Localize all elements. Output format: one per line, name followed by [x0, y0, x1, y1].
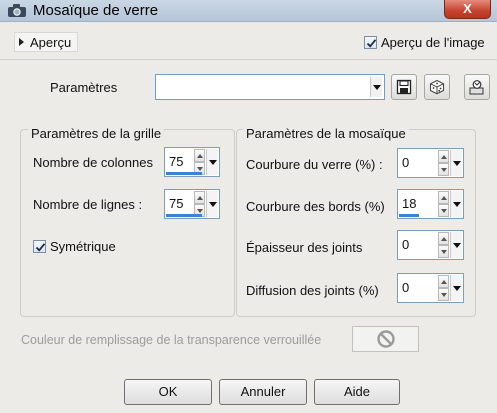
chevron-down-icon [372, 84, 381, 90]
edge-curvature-spinbox[interactable]: 18 [397, 189, 464, 219]
columns-slider-dropdown[interactable] [206, 149, 218, 175]
dice-icon [429, 79, 445, 95]
preview-toggle-label: Aperçu [30, 34, 72, 50]
edge-curvature-value: 18 [402, 196, 417, 211]
transparency-fill-label: Couleur de remplissage de la transparenc… [21, 333, 322, 347]
grout-width-label: Épaisseur des joints [246, 240, 363, 255]
rows-spinbox[interactable]: 75 [164, 189, 220, 219]
glass-curvature-value: 0 [402, 155, 410, 170]
arrow-down-icon [196, 208, 203, 213]
symmetric-label: Symétrique [50, 239, 116, 254]
arrow-down-icon [196, 166, 203, 171]
ok-button[interactable]: OK [124, 379, 212, 405]
rows-value: 75 [169, 196, 184, 211]
save-icon [396, 79, 412, 95]
arrow-down-icon [440, 292, 447, 297]
grout-width-value: 0 [402, 237, 410, 252]
save-preset-button[interactable] [391, 74, 417, 100]
rows-increment[interactable] [194, 191, 205, 204]
chevron-down-icon [208, 201, 217, 207]
chevron-down-icon [208, 159, 217, 165]
glass-curvature-decrement[interactable] [438, 163, 449, 176]
preview-toggle-button[interactable]: Aperçu [14, 32, 79, 52]
grout-diffusion-stepper[interactable] [438, 275, 449, 301]
grout-width-increment[interactable] [438, 232, 449, 245]
rows-level-bar [166, 214, 202, 217]
columns-label: Nombre de colonnes [33, 155, 153, 170]
edge-curvature-stepper[interactable] [438, 191, 449, 217]
chevron-down-icon [452, 160, 461, 166]
presets-label: Paramètres [50, 80, 118, 95]
columns-level-bar [166, 172, 202, 175]
glass-curvature-label: Courbure du verre (%) : [246, 157, 383, 172]
arrow-down-icon [440, 208, 447, 213]
image-preview-option[interactable]: Aperçu de l'image [364, 35, 485, 50]
glass-curvature-stepper[interactable] [438, 150, 449, 176]
transparency-color-button[interactable] [352, 326, 419, 352]
grout-diffusion-decrement[interactable] [438, 288, 449, 301]
edge-curvature-decrement[interactable] [438, 204, 449, 217]
grid-settings-title: Paramètres de la grille [28, 126, 165, 141]
grout-width-stepper[interactable] [438, 232, 449, 258]
expand-arrow-icon [19, 38, 24, 46]
title-bar: Mosaïque de verre [0, 0, 497, 22]
no-color-icon [376, 330, 395, 348]
arrow-up-icon [196, 153, 203, 158]
edge-curvature-slider-dropdown[interactable] [450, 191, 462, 217]
edge-curvature-label: Courbure des bords (%) [246, 199, 385, 214]
mosaic-settings-title: Paramètres de la mosaïque [243, 126, 409, 141]
arrow-up-icon [440, 236, 447, 241]
grout-diffusion-increment[interactable] [438, 275, 449, 288]
presets-dropdown[interactable] [155, 74, 385, 100]
symmetric-checkbox[interactable] [33, 240, 46, 253]
grout-width-spinbox[interactable]: 0 [397, 230, 464, 260]
arrow-up-icon [440, 279, 447, 284]
grout-diffusion-slider-dropdown[interactable] [450, 275, 462, 301]
cancel-button[interactable]: Annuler [219, 379, 307, 405]
edge-curvature-level-bar [399, 214, 419, 217]
columns-increment[interactable] [194, 149, 205, 162]
glass-curvature-increment[interactable] [438, 150, 449, 163]
grout-diffusion-value: 0 [402, 280, 410, 295]
image-preview-checkbox[interactable] [364, 36, 377, 49]
reset-icon [469, 80, 484, 95]
grout-diffusion-label: Diffusion des joints (%) [246, 283, 379, 298]
symmetric-option[interactable]: Symétrique [33, 239, 116, 254]
arrow-down-icon [440, 167, 447, 172]
columns-value: 75 [169, 154, 184, 169]
close-button[interactable]: X [444, 0, 491, 19]
reset-defaults-button[interactable] [464, 74, 490, 100]
divider [0, 59, 497, 60]
arrow-up-icon [196, 195, 203, 200]
image-preview-label: Aperçu de l'image [381, 35, 485, 50]
glass-curvature-slider-dropdown[interactable] [450, 150, 462, 176]
arrow-up-icon [440, 154, 447, 159]
rows-slider-dropdown[interactable] [206, 191, 218, 217]
window-title: Mosaïque de verre [33, 2, 159, 19]
rows-label: Nombre de lignes : [33, 197, 143, 212]
chevron-down-icon [452, 201, 461, 207]
app-icon [8, 4, 26, 17]
arrow-down-icon [440, 249, 447, 254]
edge-curvature-increment[interactable] [438, 191, 449, 204]
randomize-button[interactable] [424, 74, 450, 100]
columns-spinbox[interactable]: 75 [164, 147, 220, 177]
help-button[interactable]: Aide [314, 379, 400, 405]
grout-width-decrement[interactable] [438, 245, 449, 258]
chevron-down-icon [452, 285, 461, 291]
grout-width-slider-dropdown[interactable] [450, 232, 462, 258]
arrow-up-icon [440, 195, 447, 200]
grout-diffusion-spinbox[interactable]: 0 [397, 273, 464, 303]
chevron-down-icon [452, 242, 461, 248]
presets-dropdown-arrow[interactable] [370, 77, 382, 97]
glass-curvature-spinbox[interactable]: 0 [397, 148, 464, 178]
